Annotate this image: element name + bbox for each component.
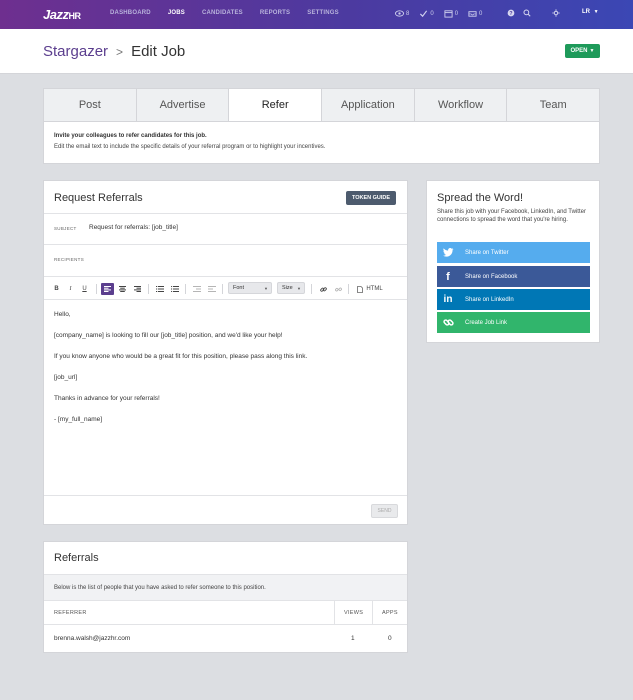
create-job-link-button[interactable]: Create Job Link xyxy=(437,312,590,333)
column-views: VIEWS xyxy=(344,610,364,616)
html-source-button[interactable]: HTML xyxy=(354,283,386,295)
request-referrals-card: Request Referrals TOKEN GUIDE SUBJECT Re… xyxy=(43,180,408,525)
email-line: - [my_full_name] xyxy=(54,416,103,423)
refer-intro: Invite your colleagues to refer candidat… xyxy=(43,122,600,164)
spread-the-word-card: Spread the Word! Share this job with you… xyxy=(426,180,600,343)
spread-description: Share this job with your Facebook, Linke… xyxy=(437,209,586,223)
jazzhr-logo[interactable]: JazzHR xyxy=(43,7,81,22)
top-navbar: JazzHR DASHBOARD JOBS CANDIDATES REPORTS… xyxy=(0,0,633,29)
tasks-counter[interactable]: 0 xyxy=(419,9,434,18)
link-icon xyxy=(437,317,459,328)
referrals-title: Referrals xyxy=(54,552,99,564)
page-title: Edit Job xyxy=(131,43,186,60)
bullet-list-icon[interactable] xyxy=(169,283,180,295)
tab-refer[interactable]: Refer xyxy=(229,89,323,121)
email-line: Hello, xyxy=(54,311,71,318)
bold-button[interactable]: B xyxy=(52,283,61,295)
share-linkedin-button[interactable]: in Share on LinkedIn xyxy=(437,289,590,310)
subject-label: SUBJECT xyxy=(54,226,77,231)
nav-reports[interactable]: REPORTS xyxy=(260,10,290,16)
send-button[interactable]: SEND xyxy=(371,504,398,518)
help-icon[interactable]: ? xyxy=(507,9,515,19)
document-icon xyxy=(357,285,364,293)
views-counter[interactable]: 8 xyxy=(395,9,409,18)
job-tabs: Post Advertise Refer Application Workflo… xyxy=(43,88,600,122)
views-count: 1 xyxy=(351,635,355,642)
align-center-icon[interactable] xyxy=(117,283,128,295)
page-header: Stargazer > Edit Job OPEN ▼ xyxy=(0,29,633,74)
search-icon[interactable] xyxy=(523,9,531,19)
intro-heading: Invite your colleagues to refer candidat… xyxy=(54,133,207,139)
subject-input[interactable]: Request for referrals: [job_title] xyxy=(89,224,178,231)
breadcrumb: Stargazer > Edit Job xyxy=(43,43,185,60)
unlink-icon[interactable] xyxy=(333,283,343,295)
share-twitter-button[interactable]: Share on Twitter xyxy=(437,242,590,263)
settings-gear-icon[interactable] xyxy=(552,9,560,19)
subject-row: SUBJECT Request for referrals: [job_titl… xyxy=(44,213,407,244)
outdent-icon[interactable] xyxy=(191,283,202,295)
spread-title: Spread the Word! xyxy=(437,192,524,204)
recipients-row[interactable]: RECIPIENTS xyxy=(44,244,407,276)
inbox-icon xyxy=(468,11,477,17)
font-select[interactable]: Font ▼ xyxy=(228,282,272,294)
main-nav: DASHBOARD JOBS CANDIDATES REPORTS SETTIN… xyxy=(110,10,356,16)
tab-advertise[interactable]: Advertise xyxy=(137,89,230,121)
referrer-email: brenna.walsh@jazzhr.com xyxy=(54,635,131,642)
email-line: [company_name] is looking to fill our [j… xyxy=(54,332,283,339)
tab-post[interactable]: Post xyxy=(44,89,137,121)
ordered-list-icon[interactable] xyxy=(154,283,165,295)
column-referrer: REFERRER xyxy=(54,610,87,616)
share-facebook-button[interactable]: f Share on Facebook xyxy=(437,266,590,287)
indent-icon[interactable] xyxy=(206,283,217,295)
chevron-down-icon: ▼ xyxy=(297,285,301,291)
request-referrals-title: Request Referrals xyxy=(54,192,143,204)
check-icon xyxy=(420,10,428,18)
referrals-card: Referrals Below is the list of people th… xyxy=(43,541,408,653)
tab-application[interactable]: Application xyxy=(322,89,415,121)
token-guide-button[interactable]: TOKEN GUIDE xyxy=(346,191,396,205)
twitter-icon xyxy=(437,248,459,257)
intro-note: Edit the email text to include the speci… xyxy=(54,144,326,150)
chevron-down-icon: ▼ xyxy=(589,48,595,54)
divider xyxy=(44,495,407,496)
email-line: [job_url] xyxy=(54,374,78,381)
table-row: brenna.walsh@jazzhr.com 1 0 xyxy=(44,625,407,652)
referrals-table-header: REFERRER VIEWS APPS xyxy=(44,601,407,625)
facebook-icon: f xyxy=(446,270,450,283)
editor-toolbar: B I U Font ▼ Size ▼ HTML xyxy=(44,276,407,300)
nav-settings[interactable]: SETTINGS xyxy=(307,10,339,16)
user-menu[interactable]: LR ▼ xyxy=(582,9,599,15)
referrals-description: Below is the list of people that you hav… xyxy=(44,574,407,601)
email-body-editor[interactable]: Hello, [company_name] is looking to fill… xyxy=(54,311,399,437)
nav-jobs[interactable]: JOBS xyxy=(168,10,185,16)
svg-text:?: ? xyxy=(509,11,512,17)
size-select[interactable]: Size ▼ xyxy=(277,282,305,294)
nav-candidates[interactable]: CANDIDATES xyxy=(202,10,243,16)
linkedin-icon: in xyxy=(443,294,453,305)
tab-workflow[interactable]: Workflow xyxy=(415,89,508,121)
events-counter[interactable]: 0 xyxy=(444,9,458,18)
column-apps: APPS xyxy=(382,610,398,616)
nav-dashboard[interactable]: DASHBOARD xyxy=(110,10,151,16)
align-right-icon[interactable] xyxy=(132,283,143,295)
nav-counters: 8 0 0 0 xyxy=(395,9,492,18)
link-icon[interactable] xyxy=(318,283,328,295)
calendar-icon xyxy=(444,10,453,18)
underline-button[interactable]: U xyxy=(80,283,89,295)
apps-count: 0 xyxy=(388,635,392,642)
email-line: Thanks in advance for your referrals! xyxy=(54,395,160,402)
italic-button[interactable]: I xyxy=(66,283,75,295)
tab-team[interactable]: Team xyxy=(507,89,599,121)
recipients-label: RECIPIENTS xyxy=(54,257,85,262)
align-left-icon[interactable] xyxy=(101,283,114,295)
breadcrumb-job-link[interactable]: Stargazer xyxy=(43,43,108,60)
eye-icon xyxy=(395,10,404,17)
chevron-down-icon: ▼ xyxy=(593,9,599,15)
breadcrumb-separator: > xyxy=(116,44,124,59)
inbox-counter[interactable]: 0 xyxy=(468,9,482,18)
email-line: If you know anyone who would be a great … xyxy=(54,353,308,360)
job-status-button[interactable]: OPEN ▼ xyxy=(565,44,600,58)
chevron-down-icon: ▼ xyxy=(264,285,268,291)
